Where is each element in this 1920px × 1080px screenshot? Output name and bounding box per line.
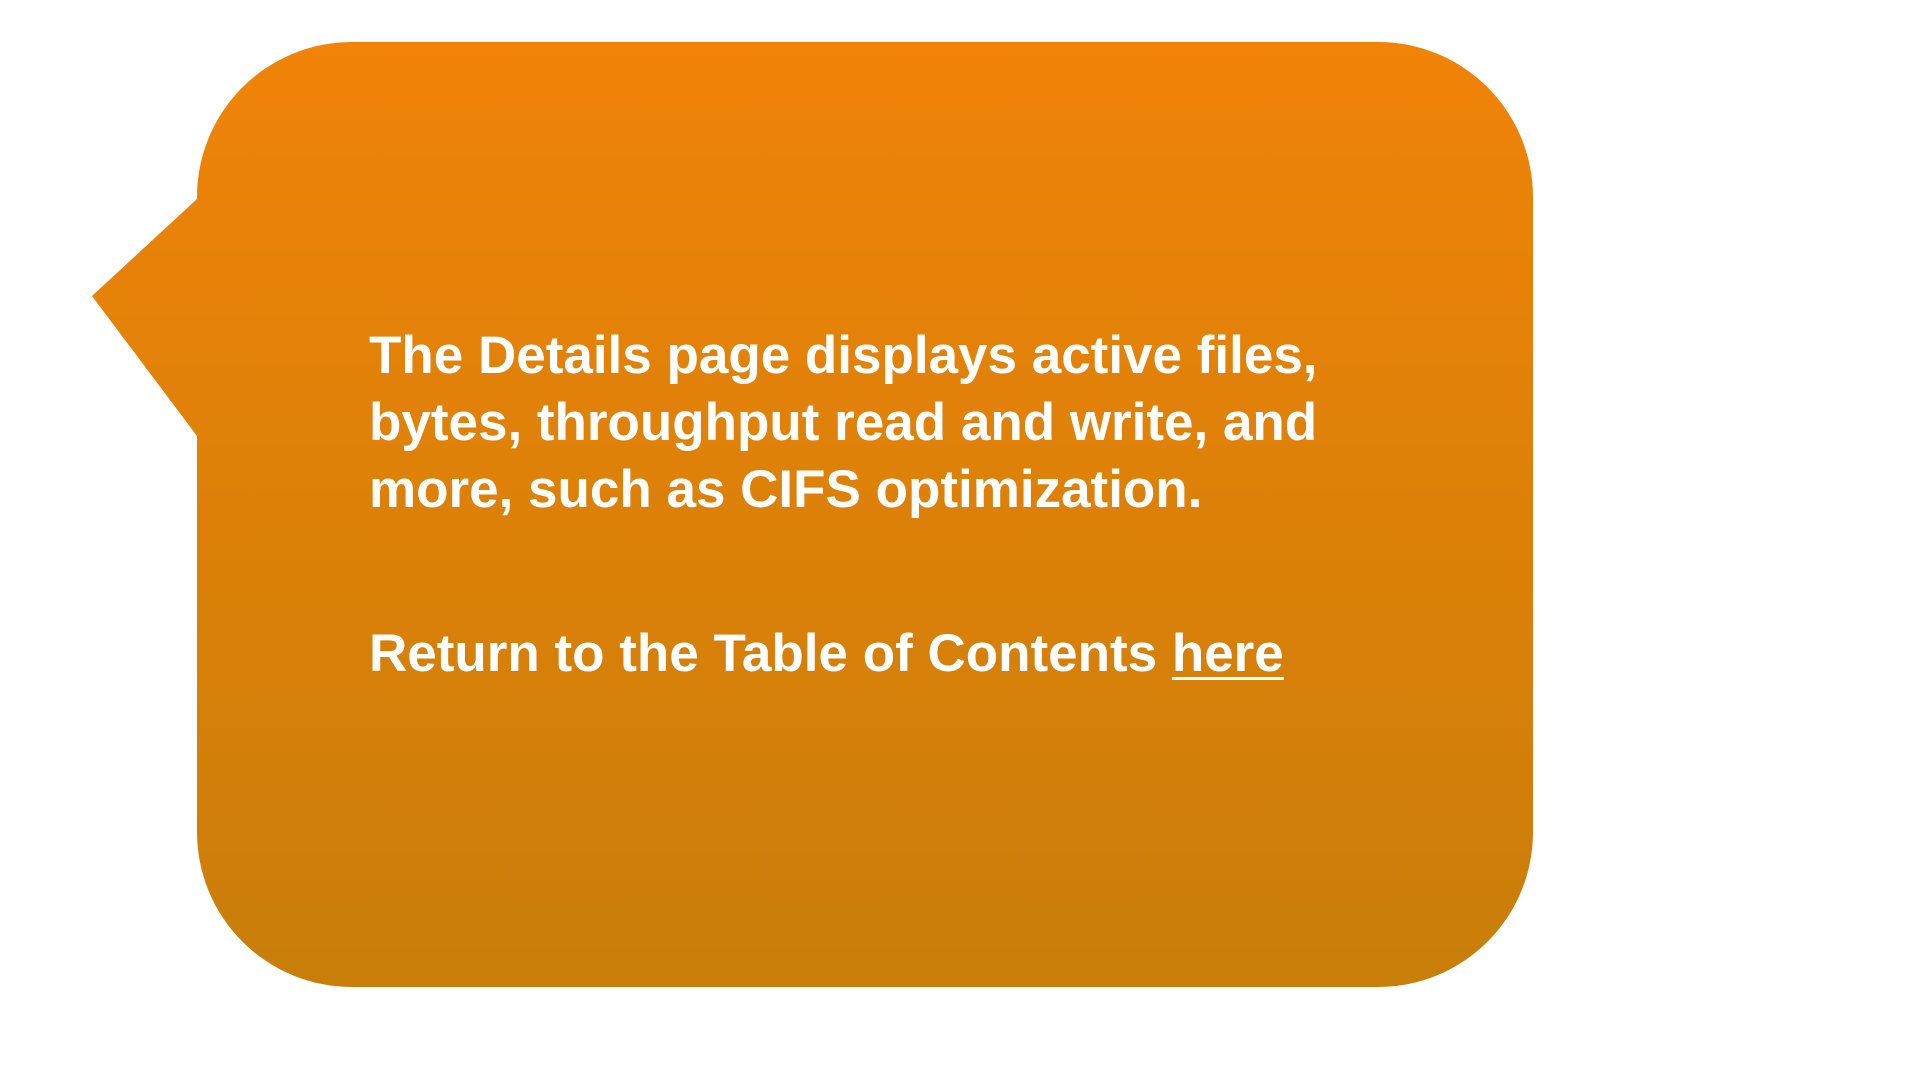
toc-return-text: Return to the Table of Contents: [369, 624, 1172, 683]
toc-return-line: Return to the Table of Contents here: [369, 620, 1409, 687]
slide: The Details page displays active files, …: [0, 0, 1920, 1080]
details-description: The Details page displays active files, …: [369, 326, 1318, 519]
callout-content: The Details page displays active files, …: [369, 322, 1409, 687]
toc-here-link[interactable]: here: [1172, 624, 1284, 683]
